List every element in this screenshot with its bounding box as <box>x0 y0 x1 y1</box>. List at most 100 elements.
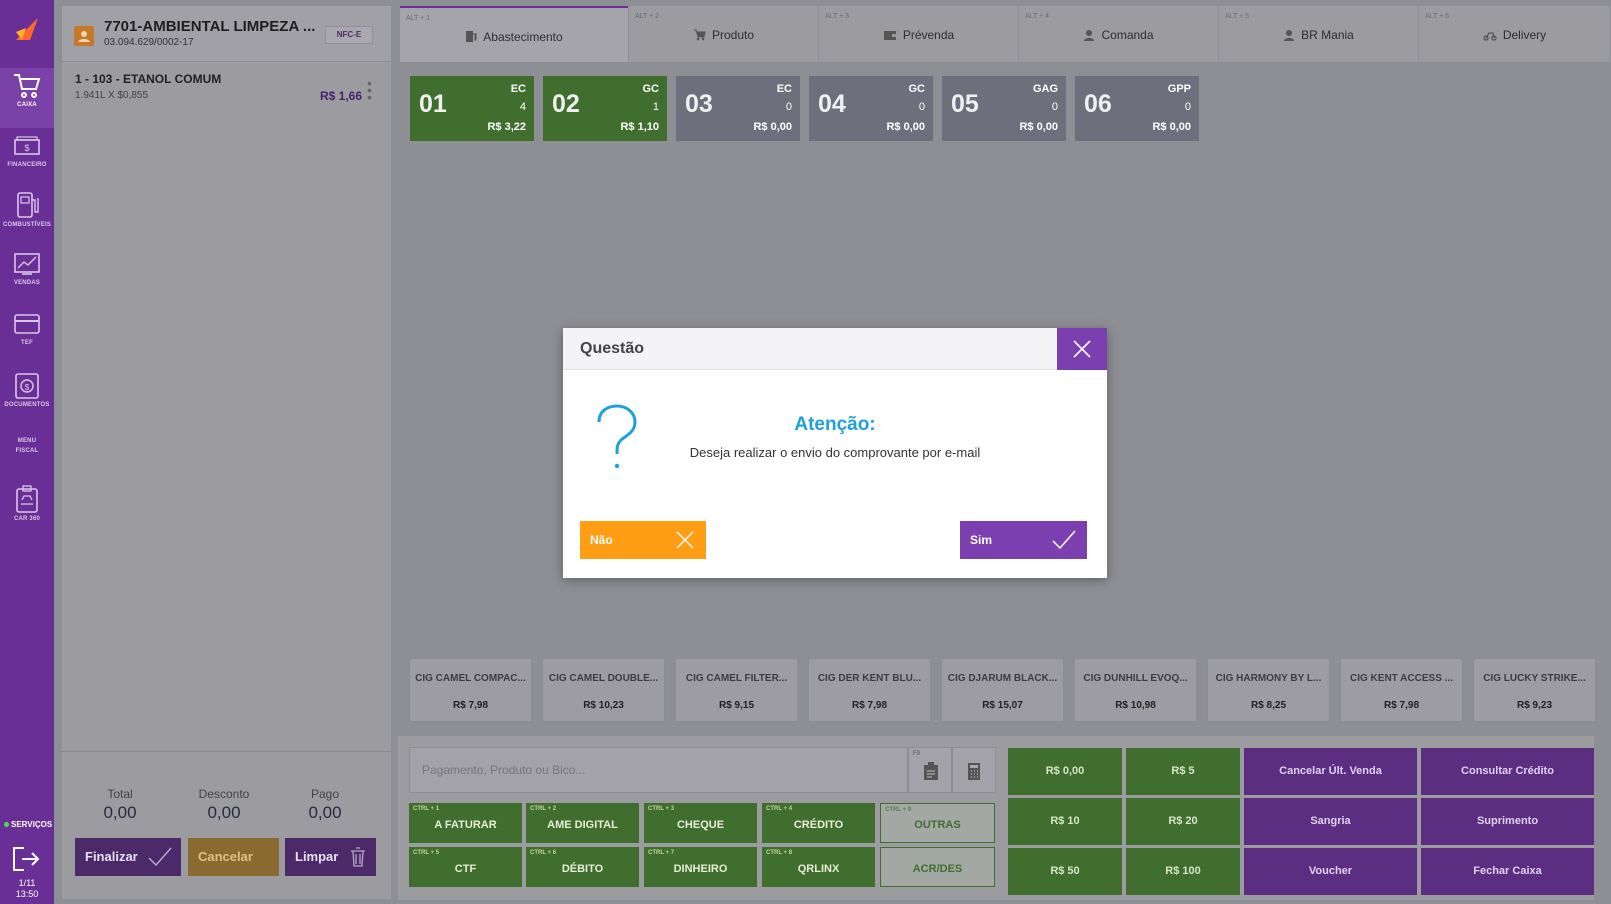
quick-value-20-button[interactable]: R$ 20 <box>1126 798 1240 845</box>
pump-price: R$ 0,00 <box>1019 121 1058 133</box>
sidebar-item-label: COMBUSTÍVEIS <box>2 222 52 228</box>
pump-01[interactable]: 01 EC 4 R$ 3,22 <box>410 76 534 141</box>
finalize-button[interactable]: Finalizar <box>75 838 181 876</box>
pay-dinheiro-button[interactable]: CTRL + 7 DINHEIRO <box>644 847 757 887</box>
pump-02[interactable]: 02 GC 1 R$ 1,10 <box>543 76 667 141</box>
pay-ame-digital-button[interactable]: CTRL + 2 AME DIGITAL <box>526 803 639 843</box>
product-tile[interactable]: CIG LUCKY STRIKE... R$ 9,23 <box>1473 658 1596 722</box>
product-tile[interactable]: CIG DJARUM BLACK... R$ 15,07 <box>941 658 1064 722</box>
yes-label: Sim <box>970 533 993 547</box>
close-register-button[interactable]: Fechar Caixa <box>1421 848 1594 895</box>
doc-type-badge[interactable]: NFC-E <box>325 26 373 44</box>
pump-06[interactable]: 06 GPP 0 R$ 0,00 <box>1075 76 1199 141</box>
pay-qrlinx-button[interactable]: CTRL + 8 QRLINX <box>762 847 875 887</box>
pay-acr-des-button[interactable]: ACR/DES <box>880 847 995 887</box>
sidebar-item-label: FINANCEIRO <box>7 162 47 168</box>
product-tile[interactable]: CIG DER KENT BLU... R$ 7,98 <box>808 658 931 722</box>
tab-shortcut: ALT + 4 <box>1025 13 1050 20</box>
pay-cheque-button[interactable]: CTRL + 3 CHEQUE <box>644 803 757 843</box>
tab-br-mania[interactable]: ALT + 5 BR Mania <box>1218 6 1418 62</box>
sidebar-item-vendas[interactable]: VENDAS <box>0 246 54 306</box>
pay-a-faturar-button[interactable]: CTRL + 1 A FATURAR <box>409 803 522 843</box>
quick-value-100-button[interactable]: R$ 100 <box>1126 848 1240 895</box>
payment-label: OUTRAS <box>914 819 961 831</box>
svg-text:$: $ <box>24 143 29 153</box>
pump-number: 06 <box>1084 90 1112 118</box>
product-tile[interactable]: CIG CAMEL DOUBLE... R$ 10,23 <box>542 658 665 722</box>
tab-produto[interactable]: ALT + 2 Produto <box>628 6 818 62</box>
svg-text:$: $ <box>25 383 30 392</box>
product-tile[interactable]: CIG KENT ACCESS ... R$ 7,98 <box>1340 658 1463 722</box>
pump-03[interactable]: 03 EC 0 R$ 0,00 <box>676 76 800 141</box>
clear-button[interactable]: Limpar <box>285 838 376 876</box>
sale-panel: 7701-AMBIENTAL LIMPEZA ... 03.094.629/00… <box>62 6 391 899</box>
paid-label: Pago <box>310 787 340 801</box>
quick-value-label: R$ 10 <box>1050 815 1080 827</box>
calculator-button[interactable] <box>952 747 996 793</box>
pump-04[interactable]: 04 GC 0 R$ 0,00 <box>809 76 933 141</box>
tab-delivery[interactable]: ALT + 6 Delivery <box>1418 6 1610 62</box>
sidebar-item-label: VENDAS <box>13 280 41 286</box>
product-tile[interactable]: CIG HARMONY BY L... R$ 8,25 <box>1207 658 1330 722</box>
pump-number: 03 <box>685 90 713 118</box>
product-tile[interactable]: CIG CAMEL COMPAC... R$ 7,98 <box>409 658 532 722</box>
no-button[interactable]: Não <box>580 521 706 559</box>
sidebar-item-car360[interactable]: CAR 360 <box>0 480 54 540</box>
product-name: CIG CAMEL DOUBLE... <box>548 673 659 684</box>
voucher-button[interactable]: Voucher <box>1244 848 1417 895</box>
product-price: R$ 7,98 <box>851 700 888 711</box>
status-dot-icon <box>4 822 9 827</box>
sidebar-item-tef[interactable]: TEF <box>0 306 54 366</box>
quick-value-50-button[interactable]: R$ 50 <box>1008 848 1122 895</box>
pump-price: R$ 3,22 <box>487 121 526 133</box>
quick-value-10-button[interactable]: R$ 10 <box>1008 798 1122 845</box>
paid-box: Pago 0,00 <box>285 787 365 823</box>
product-tile[interactable]: CIG DUNHILL EVOQ... R$ 10,98 <box>1074 658 1197 722</box>
logout-icon[interactable] <box>10 845 42 878</box>
product-price: R$ 15,07 <box>982 700 1023 711</box>
sidebar-item-menu-fiscal[interactable]: MENU FISCAL <box>0 432 54 462</box>
check-credit-button[interactable]: Consultar Crédito <box>1421 748 1594 795</box>
sidebar-item-financeiro[interactable]: $ FINANCEIRO <box>0 128 54 188</box>
tab-label: Abastecimento <box>483 30 563 44</box>
scanner-button[interactable]: F9 <box>908 747 952 793</box>
cancel-sale-button[interactable]: Cancelar <box>188 838 279 876</box>
quick-value-0-button[interactable]: R$ 0,00 <box>1008 748 1122 795</box>
tab-shortcut: ALT + 3 <box>825 13 850 20</box>
pay-credito-button[interactable]: CTRL + 4 CRÉDITO <box>762 803 875 843</box>
pump-05[interactable]: 05 GAG 0 R$ 0,00 <box>942 76 1066 141</box>
dialog-close-button[interactable] <box>1057 328 1107 370</box>
tab-prevenda[interactable]: ALT + 3 Prévenda <box>818 6 1018 62</box>
tab-label: Comanda <box>1101 28 1154 42</box>
product-tile[interactable]: CIG CAMEL FILTER... R$ 9,15 <box>675 658 798 722</box>
pump-qty: 4 <box>519 101 526 113</box>
pay-debito-button[interactable]: CTRL + 6 DÉBITO <box>526 847 639 887</box>
sidebar-item-combustiveis[interactable]: COMBUSTÍVEIS <box>0 186 54 246</box>
no-label: Não <box>590 533 613 547</box>
sale-item-price: R$ 1,66 <box>320 89 363 103</box>
suprimento-button[interactable]: Suprimento <box>1421 798 1594 845</box>
sidebar-item-caixa[interactable]: CAIXA <box>0 68 54 128</box>
more-options-icon[interactable]: • • • <box>367 76 372 104</box>
product-name: CIG CAMEL FILTER... <box>685 673 788 684</box>
pay-outras-button[interactable]: CTRL + 9 OUTRAS <box>880 803 995 843</box>
quick-value-5-button[interactable]: R$ 5 <box>1126 748 1240 795</box>
payment-label: DINHEIRO <box>673 863 728 875</box>
shortcut-label: CTRL + 3 <box>648 806 675 812</box>
sidebar-item-label: TEF <box>21 340 33 346</box>
pay-ctf-button[interactable]: CTRL + 5 CTF <box>409 847 522 887</box>
yes-button[interactable]: Sim <box>960 521 1087 559</box>
sidebar-item-documentos[interactable]: $ DOCUMENTOS <box>0 366 54 426</box>
paid-value: 0,00 <box>308 803 342 822</box>
search-input[interactable]: Pagamento, Produto ou Bico... <box>409 747 908 793</box>
sangria-button[interactable]: Sangria <box>1244 798 1417 845</box>
sidebar-item-label: MENU FISCAL <box>15 438 39 454</box>
shortcut-label: F9 <box>913 751 921 757</box>
shortcut-label: CTRL + 2 <box>530 806 557 812</box>
tab-comanda[interactable]: ALT + 4 Comanda <box>1018 6 1218 62</box>
tab-abastecimento[interactable]: ALT + 1 Abastecimento <box>400 6 628 62</box>
tab-label: Prévenda <box>902 28 955 42</box>
services-indicator[interactable]: SERVIÇOS <box>0 820 54 829</box>
cancel-last-sale-button[interactable]: Cancelar Últ. Venda <box>1244 748 1417 795</box>
tab-shortcut: ALT + 2 <box>635 13 660 20</box>
